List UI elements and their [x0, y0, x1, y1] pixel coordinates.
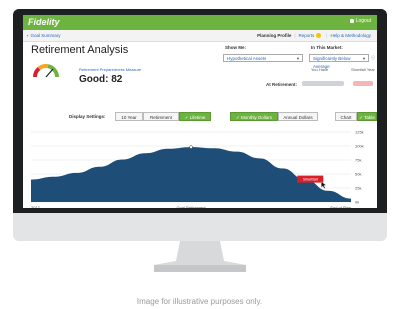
table-view-button[interactable]: ✓ Table — [357, 112, 377, 121]
page-title: Retirement Analysis — [31, 44, 129, 56]
separator: | — [294, 33, 296, 38]
back-link[interactable]: ‹ Goal Summary — [27, 33, 61, 38]
reports-link[interactable]: Reports — [299, 33, 315, 38]
app-screen: Fidelity Logout ‹ Goal Summary Planning P… — [23, 15, 377, 208]
y-tick-label: 100k — [355, 144, 364, 149]
top-bar: Fidelity Logout — [23, 15, 377, 30]
display-settings-label: Display Settings: — [69, 114, 106, 119]
show-me-value: Hypothetical Assets — [227, 56, 267, 61]
chevron-down-icon: ▼ — [362, 56, 366, 61]
assets-area-series — [31, 147, 351, 202]
x-axis-label: Goal Retirement — [176, 205, 206, 208]
planning-profile-link[interactable]: Planning Profile — [257, 33, 291, 38]
brand-logo[interactable]: Fidelity — [28, 17, 60, 27]
reports-badge-icon — [316, 33, 322, 39]
table-label: Table — [364, 115, 375, 120]
back-label: Goal Summary — [30, 33, 61, 38]
you-have-label: You Have — [311, 67, 329, 72]
y-tick-label: 50k — [355, 172, 361, 177]
x-axis-label: 2017 — [31, 205, 41, 208]
range-10-year-button[interactable]: 10 Year — [115, 112, 143, 121]
shortfall-year-blurred — [353, 81, 373, 86]
chevron-left-icon: ‹ — [27, 33, 29, 38]
show-me-select[interactable]: Hypothetical Assets ▼ — [223, 54, 303, 62]
show-me-label: Show Me: — [225, 45, 246, 50]
separator: | — [326, 33, 328, 38]
preparedness-score: Good: 82 — [79, 74, 123, 85]
lifetime-label: Lifetime — [189, 115, 206, 120]
cursor-pointer-icon — [321, 181, 327, 189]
at-retirement-label: At Retirement: — [266, 82, 298, 87]
projection-chart: 125k 100k 75k 50k 25k 0k Shortfall 2017 Goal Ret… — [31, 130, 364, 208]
disclaimer-caption: Image for illustrative purposes only. — [136, 297, 263, 306]
shortfall-marker-label: Shortfall — [303, 177, 318, 182]
info-icon[interactable]: ⓘ — [371, 55, 375, 61]
y-tick-label: 125k — [355, 130, 364, 135]
monthly-dollars-label: Monthly Dollars — [241, 115, 273, 120]
you-have-amount-blurred — [302, 81, 344, 86]
peak-point[interactable] — [189, 145, 193, 149]
help-link[interactable]: Help & Methodology — [330, 33, 371, 38]
subnav-links: Planning Profile | Reports | Help & Methodol… — [257, 33, 371, 39]
logout-label: Logout — [355, 18, 371, 24]
in-this-market-label: In This Market: — [311, 45, 343, 50]
monthly-dollars-button[interactable]: ✓ Monthly Dollars — [230, 112, 278, 121]
sub-navigation: ‹ Goal Summary Planning Profile | Reports | H… — [23, 30, 377, 42]
lock-icon — [349, 18, 354, 23]
y-tick-label: 25k — [355, 186, 361, 191]
monitor-stand — [154, 241, 246, 272]
monitor-chin — [13, 213, 387, 241]
gauge-icon — [33, 64, 59, 78]
x-axis-label: End of Plan — [330, 205, 351, 208]
shortfall-year-label: Shortfall Year — [351, 67, 375, 72]
range-lifetime-button[interactable]: ✓ Lifetime — [179, 112, 211, 121]
preparedness-measure-label[interactable]: Retirement Preparedness Measure — [79, 67, 141, 72]
annual-dollars-button[interactable]: Annual Dollars — [278, 112, 318, 121]
y-tick-label: 75k — [355, 158, 361, 163]
logout-link[interactable]: Logout — [349, 18, 371, 24]
y-tick-label: 0k — [355, 200, 359, 205]
range-retirement-button[interactable]: Retirement — [143, 112, 179, 121]
chart-view-button[interactable]: Chart — [335, 112, 357, 121]
market-select[interactable]: Significantly Below Average ▼ — [309, 54, 369, 69]
chevron-down-icon: ▼ — [296, 56, 300, 61]
